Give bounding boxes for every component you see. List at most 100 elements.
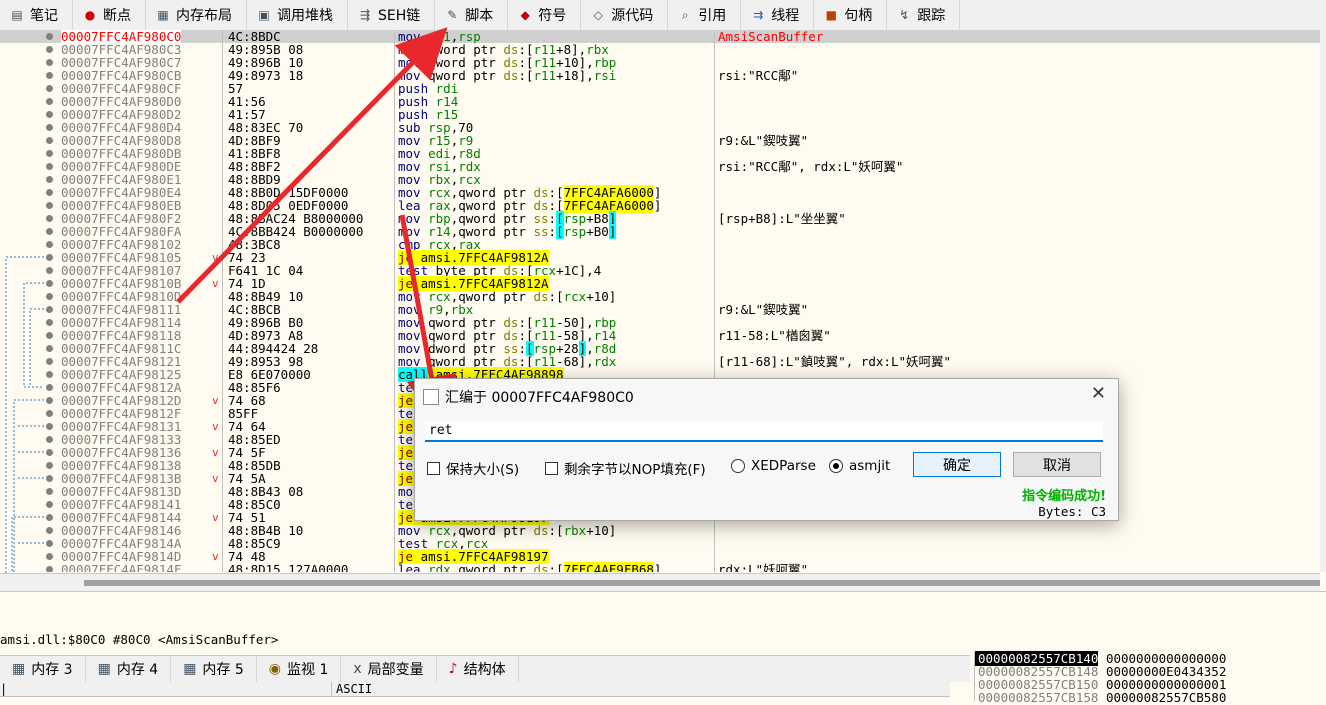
checkbox-icon[interactable] bbox=[427, 461, 440, 475]
row-address: 00007FFC4AF9814F bbox=[61, 562, 182, 572]
disasm-row[interactable]: 00007FFC4AF98114 49:896B B0 mov qword ptr … bbox=[0, 316, 1320, 329]
disasm-row[interactable]: 00007FFC4AF980CF 57 push rdi bbox=[0, 82, 1320, 95]
disasm-row[interactable]: 00007FFC4AF98111 4C:8BCB mov r9,rbx r9:&L"鍥… bbox=[0, 303, 1320, 316]
disasm-row[interactable]: 00007FFC4AF980EB 48:8D05 0EDF0000 lea rax,… bbox=[0, 198, 1320, 213]
bottom-tab-5[interactable]: ♪ 结构体 bbox=[437, 656, 519, 682]
tab-trace[interactable]: ↯ 跟踪 bbox=[887, 0, 961, 30]
tab-breakpoint[interactable]: ● 断点 bbox=[73, 0, 146, 30]
assemble-input[interactable] bbox=[425, 421, 1103, 442]
reference-icon: ⌕ bbox=[681, 7, 689, 22]
xedparse-radio[interactable]: XEDParse bbox=[731, 458, 816, 474]
disasm-row[interactable]: 00007FFC4AF980C7 49:896B 10 mov qword ptr … bbox=[0, 56, 1320, 69]
column-separator bbox=[394, 30, 395, 572]
memory-map-icon: ▦ bbox=[157, 8, 169, 22]
disasm-row[interactable]: 00007FFC4AF980DB 41:8BF8 mov edi,r8d bbox=[0, 147, 1320, 160]
jump-marker-icon: v bbox=[212, 511, 219, 524]
radio-icon[interactable] bbox=[731, 459, 745, 473]
bottom-tab-4[interactable]: x 局部变量 bbox=[341, 656, 437, 682]
row-comment: rsi:"RCC鄅", rdx:L"妖呵翼" bbox=[718, 159, 904, 174]
disasm-row[interactable]: 00007FFC4AF980DE 48:8BF2 mov rsi,rdx rsi:"R… bbox=[0, 160, 1320, 173]
ok-button[interactable]: 确定 bbox=[913, 452, 1001, 477]
row-comment: r11-58:L"楢囪翼" bbox=[718, 328, 831, 343]
tab-memory-map[interactable]: ▦ 内存布局 bbox=[146, 0, 247, 30]
disasm-row[interactable]: 00007FFC4AF9814F 48:8D15 127A0000 lea rdx,… bbox=[0, 562, 1320, 572]
cancel-button[interactable]: 取消 bbox=[1013, 452, 1101, 477]
dialog-app-icon bbox=[423, 389, 439, 405]
row-comment: rdx:L"妖呵翼" bbox=[718, 562, 809, 572]
stack-value: 00000082557CB580 bbox=[1105, 690, 1227, 705]
tab-reference[interactable]: ⌕ 引用 bbox=[668, 0, 742, 30]
checkbox-icon[interactable] bbox=[545, 461, 558, 475]
disasm-row[interactable]: 00007FFC4AF98102 48:3BC8 cmp rcx,rax bbox=[0, 238, 1320, 251]
row-comment: rsi:"RCC鄅" bbox=[718, 68, 799, 83]
tab-seh[interactable]: ⇶ SEH链 bbox=[348, 0, 436, 30]
disasm-row[interactable]: 00007FFC4AF9810B 74 1D je amsi.7FFC4AF9812… bbox=[0, 276, 1320, 291]
bottom-tabbar: ▦ 内存 3 ▦ 内存 4 ▦ 内存 5 ◉ 监视 1 x 局部变量 ♪ 结构体 bbox=[0, 655, 970, 682]
disasm-row[interactable]: 00007FFC4AF980F2 48:8BAC24 B8000000 mov rb… bbox=[0, 211, 1320, 226]
memory-icon: ▦ bbox=[97, 661, 111, 677]
keep-size-label: 保持大小(S) bbox=[446, 462, 520, 478]
breakpoint-icon: ● bbox=[84, 8, 96, 22]
tab-label: 断点 bbox=[103, 8, 131, 24]
xedparse-label: XEDParse bbox=[751, 458, 816, 474]
symbol-icon: ◆ bbox=[520, 8, 530, 22]
tab-label: 笔记 bbox=[30, 8, 58, 24]
tab-thread[interactable]: ⇉ 线程 bbox=[741, 0, 815, 30]
disasm-row[interactable]: 00007FFC4AF980D8 4D:8BF9 mov r15,r9 r9:&L"鍥… bbox=[0, 134, 1320, 147]
disasm-row[interactable]: 00007FFC4AF980FA 4C:8BB424 B0000000 mov r1… bbox=[0, 224, 1320, 239]
keep-size-checkbox[interactable]: 保持大小(S) bbox=[427, 458, 519, 478]
dialog-title: 汇编于 00007FFC4AF980C0 bbox=[445, 390, 634, 406]
tab-label: 调用堆栈 bbox=[277, 8, 333, 24]
disasm-row[interactable]: 00007FFC4AF9811C 44:894424 28 mov dword pt… bbox=[0, 341, 1320, 356]
row-instruction: lea rdx,qword ptr ds:[7FFC4AF9FB68] bbox=[398, 562, 661, 572]
tab-handle[interactable]: ■ 句柄 bbox=[814, 0, 888, 30]
source-icon: ◇ bbox=[593, 8, 603, 22]
disasm-row[interactable]: 00007FFC4AF980D0 41:56 push r14 bbox=[0, 95, 1320, 108]
tab-label: 脚本 bbox=[465, 8, 494, 24]
disasm-row[interactable]: 00007FFC4AF980D4 48:83EC 70 sub rsp,70 bbox=[0, 121, 1320, 134]
row-comment: r9:&L"鍥吱翼" bbox=[718, 302, 809, 317]
disasm-row[interactable]: 00007FFC4AF9810D 48:8B49 10 mov rcx,qword … bbox=[0, 290, 1320, 303]
disasm-row[interactable]: 00007FFC4AF980C0 4C:8BDC mov r11,rsp AmsiSc… bbox=[0, 30, 1320, 43]
nop-fill-checkbox[interactable]: 剩余字节以NOP填充(F) bbox=[545, 458, 706, 478]
bottom-tab-1[interactable]: ▦ 内存 4 bbox=[86, 656, 172, 682]
bottom-tab-0[interactable]: ▦ 内存 3 bbox=[0, 656, 86, 682]
disasm-row[interactable]: 00007FFC4AF980C3 49:895B 08 mov qword ptr … bbox=[0, 43, 1320, 56]
bottom-tab-3[interactable]: ◉ 监视 1 bbox=[257, 656, 342, 682]
assemble-dialog: 汇编于 00007FFC4AF980C0 ✕ 保持大小(S) 剩余字节以NOP填… bbox=[414, 378, 1119, 521]
tab-symbol[interactable]: ◆ 符号 bbox=[508, 0, 582, 30]
disasm-row[interactable]: 00007FFC4AF98118 4D:8973 A8 mov qword ptr … bbox=[0, 329, 1320, 342]
disasm-vertical-scrollbar[interactable] bbox=[1320, 30, 1326, 572]
disasm-horizontal-scrollbar[interactable] bbox=[0, 573, 1320, 592]
disasm-row[interactable]: 00007FFC4AF98146 48:8B4B 10 mov rcx,qword … bbox=[0, 524, 1320, 537]
disasm-row[interactable]: 00007FFC4AF980CB 49:8973 18 mov qword ptr … bbox=[0, 69, 1320, 82]
asmjit-radio[interactable]: asmjit bbox=[829, 458, 890, 474]
tab-source[interactable]: ◇ 源代码 bbox=[581, 0, 669, 30]
thread-icon: ⇉ bbox=[753, 8, 764, 22]
tab-script[interactable]: ✎ 脚本 bbox=[435, 0, 509, 30]
status-line: amsi.dll:$80C0 #80C0 <AmsiScanBuffer> bbox=[0, 632, 279, 647]
disasm-row[interactable]: 00007FFC4AF9814A 48:85C9 test rcx,rcx bbox=[0, 537, 1320, 550]
jump-marker-icon: v bbox=[212, 394, 219, 407]
disasm-row[interactable]: 00007FFC4AF98121 49:8953 98 mov qword ptr … bbox=[0, 355, 1320, 368]
disasm-row[interactable]: 00007FFC4AF980D2 41:57 push r15 bbox=[0, 108, 1320, 121]
dump-ascii-header: ASCII bbox=[331, 682, 372, 696]
row-comment: [rsp+B8]:L"坐坐翼" bbox=[718, 211, 846, 226]
scroll-thumb[interactable] bbox=[84, 580, 1320, 586]
stack-pane[interactable]: 00000082557CB140 0000000000000000 0000008… bbox=[974, 651, 1251, 704]
dump-col-marker: | bbox=[0, 682, 8, 696]
disasm-row[interactable]: 00007FFC4AF98107 F641 1C 04 test byte ptr … bbox=[0, 264, 1320, 277]
tab-note[interactable]: ▤ 笔记 bbox=[0, 0, 73, 30]
struct-icon: ♪ bbox=[448, 661, 458, 677]
jump-marker-icon: v bbox=[212, 277, 219, 290]
radio-selected-icon[interactable] bbox=[829, 459, 843, 473]
tab-label: 跟踪 bbox=[917, 8, 946, 24]
tab-call-stack[interactable]: ▣ 调用堆栈 bbox=[247, 0, 348, 30]
stack-row[interactable]: 00000082557CB158 00000082557CB580 bbox=[975, 691, 1251, 704]
bottom-tab-label: 局部变量 bbox=[367, 662, 424, 678]
tab-label: 句柄 bbox=[844, 8, 873, 24]
disasm-row[interactable]: 00007FFC4AF98105 74 23 je amsi.7FFC4AF9812… bbox=[0, 250, 1320, 265]
nop-fill-label: 剩余字节以NOP填充(F) bbox=[564, 462, 706, 478]
bottom-tab-2[interactable]: ▦ 内存 5 bbox=[171, 656, 257, 682]
close-icon[interactable]: ✕ bbox=[1091, 383, 1106, 404]
